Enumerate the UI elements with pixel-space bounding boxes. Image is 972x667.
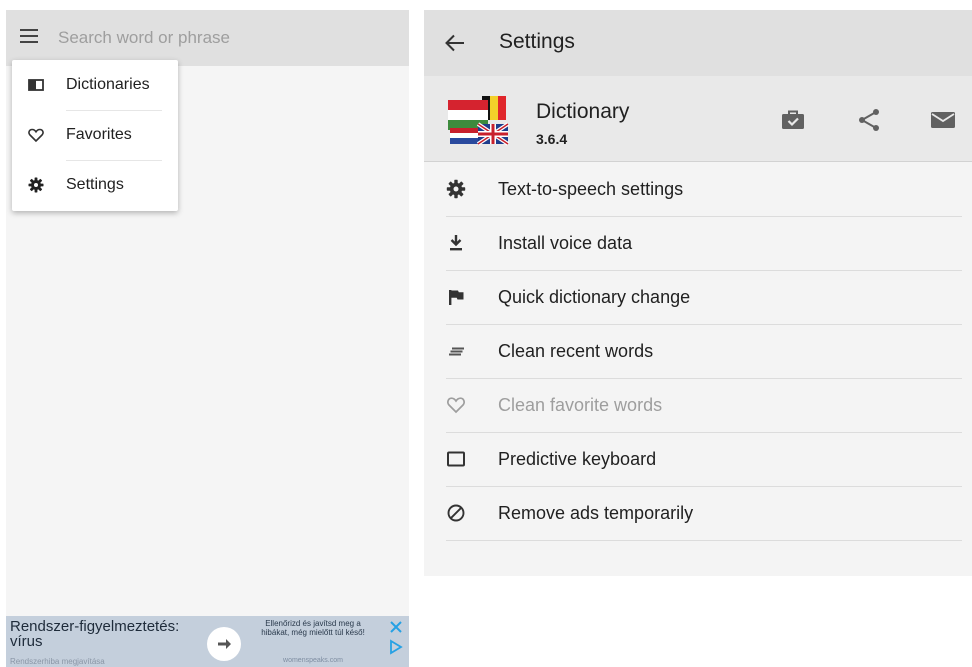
setting-label: Clean favorite words xyxy=(498,395,663,415)
menu-item-label: Favorites xyxy=(66,126,132,143)
flags-logo xyxy=(448,96,510,146)
app-info-header: Dictionary 3.6.4 xyxy=(424,76,972,162)
flag-icon xyxy=(449,290,464,305)
dictionary-main-screen: Dictionaries Favorites Settings xyxy=(6,10,409,667)
block-icon xyxy=(447,504,465,522)
page-title: Settings xyxy=(499,30,575,53)
setting-quick-dictionary-change[interactable]: Quick dictionary change xyxy=(424,271,972,325)
setting-clean-favorite-words[interactable]: Clean favorite words xyxy=(424,379,972,433)
ad-banner[interactable]: Rendszer-figyelmeztetés: vírus Rendszerh… xyxy=(6,616,409,667)
setting-label: Remove ads temporarily xyxy=(498,503,694,523)
ad-domain: womenspeaks.com xyxy=(283,657,343,664)
close-icon[interactable] xyxy=(388,619,404,635)
ad-choices-icon[interactable] xyxy=(389,639,403,655)
arrow-back-icon[interactable] xyxy=(444,32,466,54)
search-input[interactable] xyxy=(58,22,388,54)
divider xyxy=(446,540,962,541)
menu-item-favorites[interactable]: Favorites xyxy=(12,110,178,160)
heart-outline-icon xyxy=(447,397,465,414)
hamburger-menu-icon[interactable] xyxy=(20,29,38,43)
book-icon xyxy=(28,79,44,91)
setting-label: Clean recent words xyxy=(498,341,654,361)
mail-icon[interactable] xyxy=(930,108,956,132)
setting-label: Text-to-speech settings xyxy=(498,179,684,199)
arrow-right-icon xyxy=(218,639,231,649)
gear-icon xyxy=(28,177,44,193)
heart-outline-icon xyxy=(28,128,44,143)
ad-action-button[interactable] xyxy=(207,627,241,661)
setting-install-voice-data[interactable]: Install voice data xyxy=(424,217,972,271)
setting-label: Install voice data xyxy=(498,233,633,253)
overflow-menu: Dictionaries Favorites Settings xyxy=(12,60,178,211)
keyboard-box-icon xyxy=(447,451,465,467)
briefcase-check-icon[interactable] xyxy=(780,108,806,132)
menu-item-label: Settings xyxy=(66,176,124,193)
menu-item-dictionaries[interactable]: Dictionaries xyxy=(12,60,178,110)
toolbar: Settings xyxy=(424,10,972,76)
share-icon[interactable] xyxy=(856,108,882,132)
download-icon xyxy=(450,235,462,251)
setting-remove-ads[interactable]: Remove ads temporarily xyxy=(424,487,972,541)
setting-text-to-speech[interactable]: Text-to-speech settings xyxy=(424,163,972,217)
setting-predictive-keyboard[interactable]: Predictive keyboard xyxy=(424,433,972,487)
setting-clean-recent-words[interactable]: Clean recent words xyxy=(424,325,972,379)
ad-subtitle: Rendszerhiba megjavítása xyxy=(10,657,105,666)
menu-item-label: Dictionaries xyxy=(66,76,150,93)
ad-description: Ellenőrizd és javítsd meg a hibákat, még… xyxy=(261,619,365,637)
app-version: 3.6.4 xyxy=(536,131,568,147)
recent-lines-icon xyxy=(449,347,464,356)
app-name: Dictionary xyxy=(536,100,630,123)
menu-item-settings[interactable]: Settings xyxy=(12,160,178,210)
search-bar xyxy=(6,10,409,66)
setting-label: Predictive keyboard xyxy=(498,449,657,469)
settings-screen: Settings Dictionary 3.6.4 Text-to-speech… xyxy=(424,10,972,576)
gear-icon xyxy=(446,179,466,199)
ad-title: Rendszer-figyelmeztetés: vírus xyxy=(10,618,180,650)
setting-label: Quick dictionary change xyxy=(498,287,691,307)
